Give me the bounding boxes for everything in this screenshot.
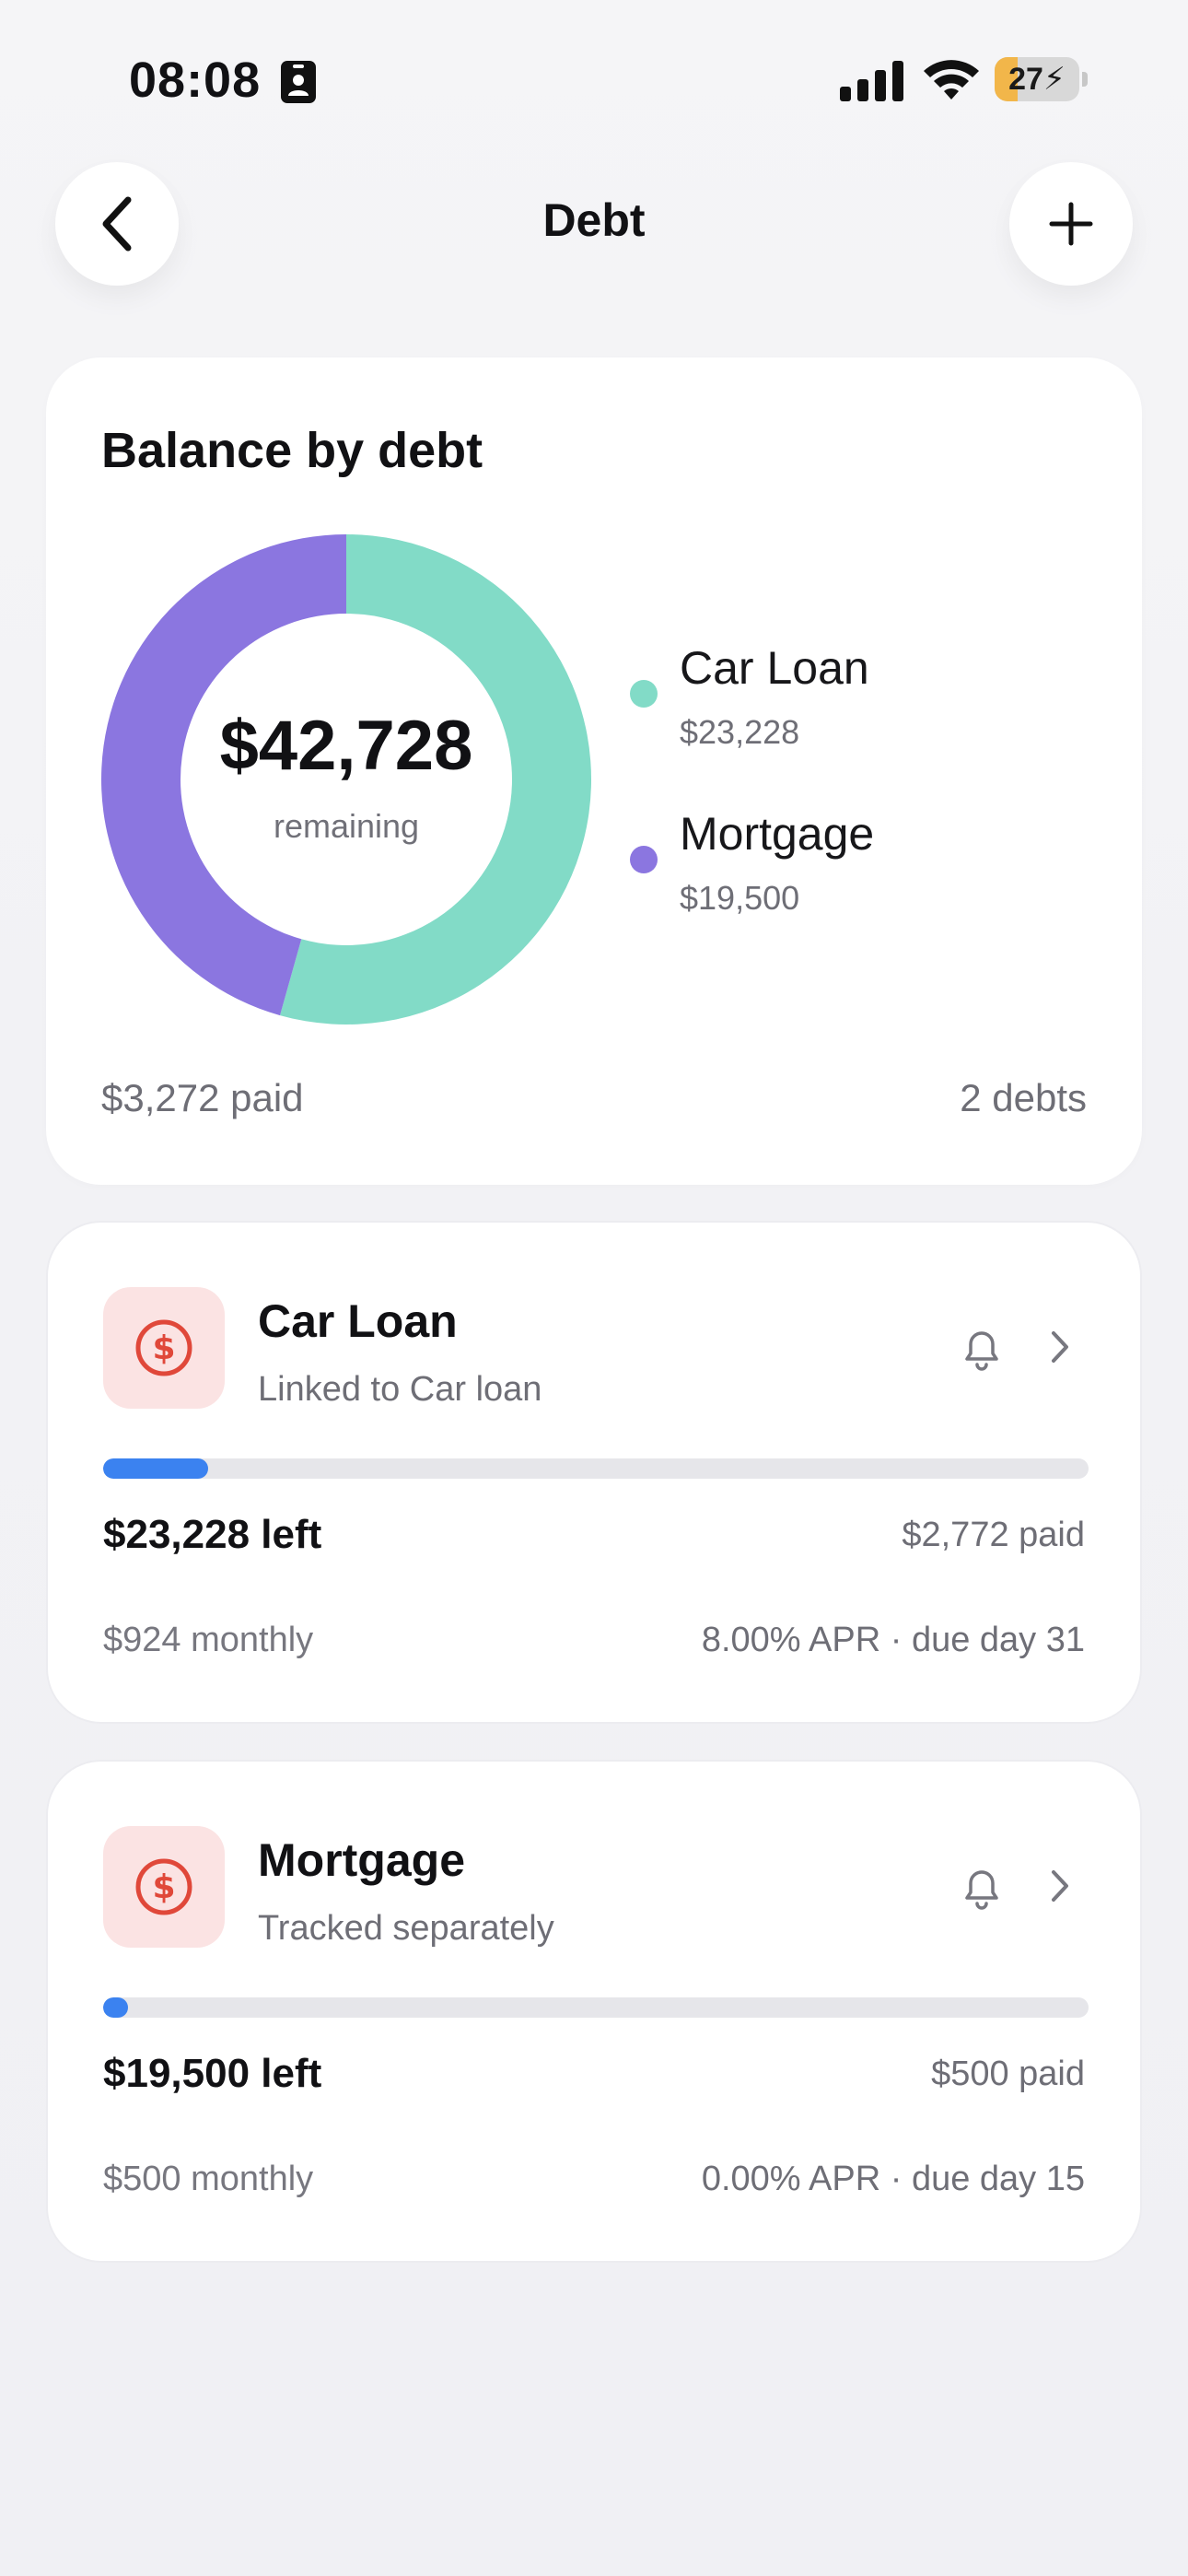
legend-dot-car-loan	[630, 680, 658, 708]
total-remaining-label: remaining	[273, 807, 420, 845]
add-debt-button[interactable]	[1009, 162, 1133, 286]
status-bar: 08:08 27⚡	[0, 0, 1188, 157]
battery-level: 27⚡	[1008, 62, 1066, 97]
cellular-signal-icon	[840, 61, 903, 101]
debt-name: Car Loan	[258, 1295, 458, 1347]
legend-name-mortgage: Mortgage	[680, 808, 875, 860]
debt-remaining: $23,228 left	[103, 1512, 322, 1557]
wifi-icon	[924, 60, 979, 100]
payoff-progress-fill	[103, 1458, 209, 1479]
payoff-progress-fill	[103, 1997, 128, 2018]
debt-subtitle: Tracked separately	[258, 1909, 554, 1948]
legend-amount-car-loan: $23,228	[680, 713, 800, 751]
svg-text:$: $	[152, 1868, 175, 1906]
legend-dot-mortgage	[630, 846, 658, 873]
status-time: 08:08	[129, 53, 262, 108]
bell-icon[interactable]	[958, 1861, 1006, 1913]
balance-summary-card: Balance by debt $42,728 remaining Car Lo…	[46, 357, 1142, 1185]
debt-count: 2 debts	[960, 1076, 1087, 1119]
debt-terms: 0.00% APR · due day 15	[701, 2160, 1085, 2198]
debt-terms: 8.00% APR · due day 31	[701, 1621, 1085, 1659]
total-remaining-amount: $42,728	[219, 707, 473, 785]
plus-icon	[1049, 202, 1093, 246]
payoff-progress-bar	[103, 1458, 1089, 1479]
debt-icon-box: $	[103, 1287, 225, 1409]
debt-icon-box: $	[103, 1826, 225, 1948]
summary-title: Balance by debt	[101, 423, 483, 478]
contact-card-icon	[281, 61, 316, 103]
legend-name-car-loan: Car Loan	[680, 642, 869, 694]
bell-icon[interactable]	[958, 1322, 1006, 1374]
payoff-progress-bar	[103, 1997, 1089, 2018]
total-paid: $3,272 paid	[101, 1076, 304, 1119]
svg-text:$: $	[152, 1329, 175, 1367]
debt-card-car-loan[interactable]: $ Car Loan Linked to Car loan $23,228 le…	[46, 1221, 1142, 1724]
debt-subtitle: Linked to Car loan	[258, 1370, 542, 1409]
battery-indicator: 27⚡	[995, 57, 1088, 101]
chevron-right-icon[interactable]	[1044, 1863, 1076, 1909]
debt-name: Mortgage	[258, 1834, 465, 1886]
chevron-right-icon[interactable]	[1044, 1324, 1076, 1370]
dollar-circle-icon: $	[135, 1858, 192, 1915]
debt-remaining: $19,500 left	[103, 2051, 322, 2096]
debt-paid: $500 paid	[931, 2055, 1085, 2093]
dollar-circle-icon: $	[135, 1319, 192, 1376]
debt-monthly-payment: $500 monthly	[103, 2160, 314, 2198]
legend-amount-mortgage: $19,500	[680, 879, 800, 917]
debt-monthly-payment: $924 monthly	[103, 1621, 314, 1659]
debt-paid: $2,772 paid	[902, 1516, 1085, 1554]
debt-card-mortgage[interactable]: $ Mortgage Tracked separately $19,500 le…	[46, 1760, 1142, 2263]
